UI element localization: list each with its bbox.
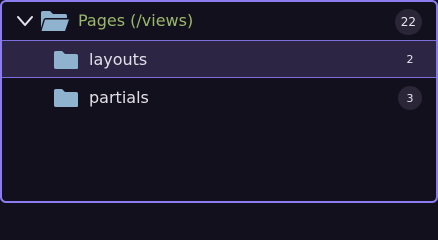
group-label: Pages (/views) xyxy=(78,11,194,30)
tree-item-layouts[interactable]: layouts 2 xyxy=(2,40,436,78)
chevron-down-icon[interactable] xyxy=(16,13,34,29)
explorer-panel: Pages (/views) 22 layouts 2 partials 3 xyxy=(0,0,438,203)
tree-item-label: layouts xyxy=(89,50,148,69)
count-badge: 3 xyxy=(398,86,422,110)
count-badge: 22 xyxy=(394,9,422,35)
count-badge: 2 xyxy=(406,52,414,66)
tree-item-label: partials xyxy=(89,88,149,107)
group-header-pages[interactable]: Pages (/views) 22 xyxy=(2,2,436,40)
tree-item-partials[interactable]: partials 3 xyxy=(2,79,436,117)
folder-open-icon xyxy=(41,11,69,31)
folder-icon xyxy=(54,51,78,69)
folder-icon xyxy=(54,89,78,107)
